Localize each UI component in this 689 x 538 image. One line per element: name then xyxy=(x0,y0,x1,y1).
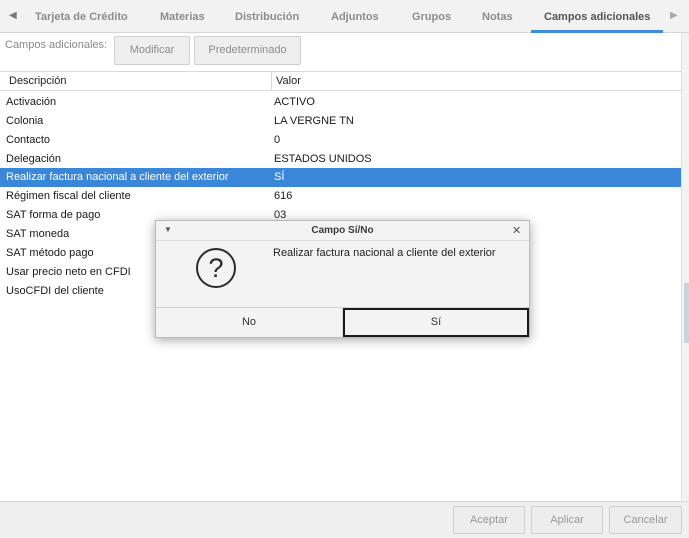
dialog-message: Realizar factura nacional a cliente del … xyxy=(273,247,496,259)
table-row[interactable]: Delegación ESTADOS UNIDOS xyxy=(0,150,681,169)
column-separator xyxy=(271,72,272,90)
table-row[interactable]: Colonia LA VERGNE TN xyxy=(0,112,681,131)
yes-no-dialog: Campo Sí/No ▼ ✕ ? Realizar factura nacio… xyxy=(155,220,530,338)
row-description: Contacto xyxy=(6,134,51,146)
row-value: 0 xyxy=(274,134,281,146)
apply-button[interactable]: Aplicar xyxy=(531,506,603,534)
row-description: Realizar factura nacional a cliente del … xyxy=(6,171,229,183)
scrollbar-thumb[interactable] xyxy=(684,283,689,343)
tab-bar: ◀ Tarjeta de Crédito Materias Distribuci… xyxy=(0,0,689,33)
column-header-valor[interactable]: Valor xyxy=(276,75,301,87)
row-value: SÍ xyxy=(274,171,285,183)
tab-tarjeta-de-credito[interactable]: Tarjeta de Crédito xyxy=(35,0,128,32)
tab-grupos[interactable]: Grupos xyxy=(412,0,451,32)
row-value: 616 xyxy=(274,190,293,202)
default-button[interactable]: Predeterminado xyxy=(194,36,301,65)
table-row[interactable]: Régimen fiscal del cliente 616 xyxy=(0,187,681,206)
cancel-button[interactable]: Cancelar xyxy=(609,506,682,534)
row-description: Delegación xyxy=(6,153,62,165)
row-description: SAT método pago xyxy=(6,247,94,259)
table-row[interactable]: Activación ACTIVO xyxy=(0,93,681,112)
row-value: ACTIVO xyxy=(274,96,315,108)
table-row-selected[interactable]: Realizar factura nacional a cliente del … xyxy=(0,168,681,187)
close-icon[interactable]: ✕ xyxy=(512,224,521,237)
row-description: Activación xyxy=(6,96,57,108)
dialog-title: Campo Sí/No xyxy=(156,221,529,241)
row-description: Usar precio neto en CFDI xyxy=(6,266,131,278)
modify-button[interactable]: Modificar xyxy=(114,36,190,65)
column-header-descripcion[interactable]: Descripción xyxy=(9,75,66,87)
accept-button[interactable]: Aceptar xyxy=(453,506,525,534)
no-button[interactable]: No xyxy=(156,308,343,337)
row-description: Régimen fiscal del cliente xyxy=(6,190,131,202)
row-description: SAT forma de pago xyxy=(6,209,101,221)
tab-materias[interactable]: Materias xyxy=(160,0,205,32)
scrollbar-track[interactable] xyxy=(681,33,689,501)
yes-button[interactable]: Sí xyxy=(343,308,529,337)
row-value: ESTADOS UNIDOS xyxy=(274,153,372,165)
active-tab-indicator xyxy=(531,30,663,33)
tab-campos-adicionales[interactable]: Campos adicionales xyxy=(544,0,650,32)
table-row[interactable]: Contacto 0 xyxy=(0,131,681,150)
tab-scroll-left-icon[interactable]: ◀ xyxy=(9,10,17,21)
tab-notas[interactable]: Notas xyxy=(482,0,513,32)
row-value: LA VERGNE TN xyxy=(274,115,354,127)
tab-adjuntos[interactable]: Adjuntos xyxy=(331,0,379,32)
tab-scroll-right-icon[interactable]: ▶ xyxy=(670,10,678,21)
row-description: SAT moneda xyxy=(6,228,70,240)
row-description: UsoCFDI del cliente xyxy=(6,285,104,297)
table-header: Descripción Valor xyxy=(0,71,681,91)
tab-distribucion[interactable]: Distribución xyxy=(235,0,299,32)
row-description: Colonia xyxy=(6,115,44,127)
window-menu-icon[interactable]: ▼ xyxy=(164,225,172,234)
question-icon: ? xyxy=(196,248,236,288)
toolbar-label: Campos adicionales: xyxy=(5,39,108,51)
